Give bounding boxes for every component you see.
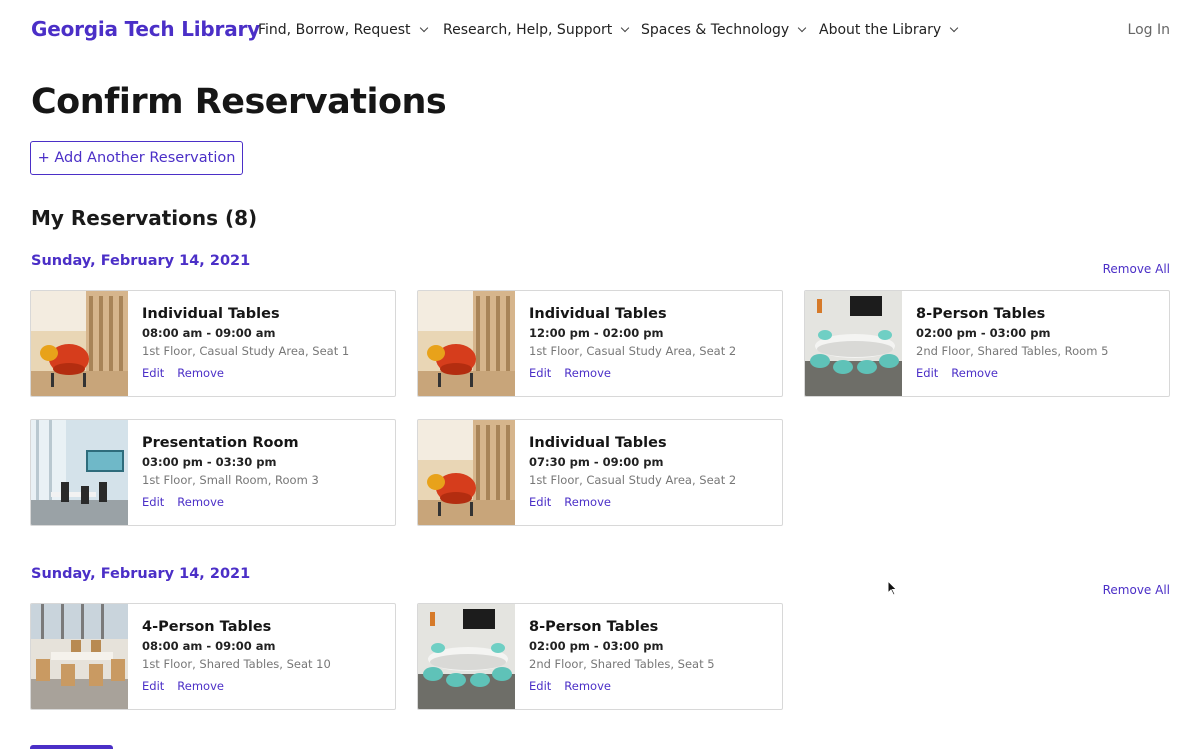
reservation-time: 07:30 pm - 09:00 pm — [529, 455, 664, 469]
edit-button[interactable]: Edit — [529, 679, 551, 693]
remove-button[interactable]: Remove — [564, 495, 611, 509]
conference-room-photo — [805, 291, 902, 396]
reservation-details: Individual Tables 12:00 pm - 02:00 pm 1s… — [515, 291, 736, 396]
casual-study-photo — [418, 291, 515, 396]
reservation-actions: Edit Remove — [142, 679, 331, 693]
nav-item-label: Find, Borrow, Request — [258, 22, 411, 38]
reservation-location: 1st Floor, Casual Study Area, Seat 2 — [529, 344, 737, 358]
remove-all-button[interactable]: Remove All — [1103, 583, 1170, 597]
nav-find-borrow-request[interactable]: Find, Borrow, Request — [258, 22, 428, 38]
login-link[interactable]: Log In — [1128, 22, 1170, 38]
reservation-time: 08:00 am - 09:00 am — [142, 326, 276, 340]
mouse-cursor-icon — [887, 580, 898, 596]
reservation-actions: Edit Remove — [142, 366, 349, 380]
remove-button[interactable]: Remove — [177, 366, 224, 380]
casual-study-photo — [418, 420, 515, 525]
reservation-card: Individual Tables 12:00 pm - 02:00 pm 1s… — [417, 290, 783, 397]
reservation-details: Individual Tables 07:30 pm - 09:00 pm 1s… — [515, 420, 736, 525]
reservation-time: 08:00 am - 09:00 am — [142, 639, 276, 653]
chevron-down-icon — [797, 23, 807, 33]
reservation-actions: Edit Remove — [529, 495, 736, 509]
reservation-location: 1st Floor, Casual Study Area, Seat 2 — [529, 473, 737, 487]
edit-button[interactable]: Edit — [916, 366, 938, 380]
site-logo-link[interactable]: Georgia Tech Library — [31, 17, 260, 41]
reservation-location: 1st Floor, Casual Study Area, Seat 1 — [142, 344, 350, 358]
page-title: Confirm Reservations — [31, 82, 447, 122]
reservation-time: 02:00 pm - 03:00 pm — [529, 639, 664, 653]
reservation-details: 8-Person Tables 02:00 pm - 03:00 pm 2nd … — [902, 291, 1108, 396]
reservation-title: 8-Person Tables — [529, 619, 659, 635]
reservation-actions: Edit Remove — [916, 366, 1108, 380]
reservation-actions: Edit Remove — [529, 679, 715, 693]
reservation-location: 1st Floor, Small Room, Room 3 — [142, 473, 319, 487]
remove-button[interactable]: Remove — [177, 679, 224, 693]
confirm-button[interactable] — [30, 745, 113, 749]
casual-study-photo — [31, 291, 128, 396]
reservation-time: 03:00 pm - 03:30 pm — [142, 455, 277, 469]
nav-about-library[interactable]: About the Library — [819, 22, 959, 38]
reservation-card: 4-Person Tables 08:00 am - 09:00 am 1st … — [30, 603, 396, 710]
nav-item-label: About the Library — [819, 22, 942, 38]
reservation-title: Individual Tables — [529, 435, 667, 451]
remove-button[interactable]: Remove — [564, 679, 611, 693]
date-heading: Sunday, February 14, 2021 — [31, 566, 251, 582]
reservation-card: Presentation Room 03:00 pm - 03:30 pm 1s… — [30, 419, 396, 526]
top-navigation: Georgia Tech Library Find, Borrow, Reque… — [0, 0, 1200, 62]
edit-button[interactable]: Edit — [142, 495, 164, 509]
remove-button[interactable]: Remove — [951, 366, 998, 380]
reservation-title: Individual Tables — [529, 306, 667, 322]
date-heading: Sunday, February 14, 2021 — [31, 253, 251, 269]
reservation-time: 12:00 pm - 02:00 pm — [529, 326, 664, 340]
reservation-card: Individual Tables 07:30 pm - 09:00 pm 1s… — [417, 419, 783, 526]
reservation-actions: Edit Remove — [529, 366, 736, 380]
remove-button[interactable]: Remove — [564, 366, 611, 380]
reservation-title: Individual Tables — [142, 306, 280, 322]
remove-all-button[interactable]: Remove All — [1103, 262, 1170, 276]
chevron-down-icon — [419, 23, 428, 33]
reservation-card: Individual Tables 08:00 am - 09:00 am 1s… — [30, 290, 396, 397]
reservation-details: 8-Person Tables 02:00 pm - 03:00 pm 2nd … — [515, 604, 715, 709]
nav-item-label: Research, Help, Support — [443, 22, 613, 38]
reservation-time: 02:00 pm - 03:00 pm — [916, 326, 1051, 340]
reservation-card: 8-Person Tables 02:00 pm - 03:00 pm 2nd … — [804, 290, 1170, 397]
section-title: My Reservations (8) — [31, 206, 258, 230]
add-reservation-button[interactable]: + Add Another Reservation — [30, 141, 243, 175]
remove-button[interactable]: Remove — [177, 495, 224, 509]
reservation-title: 8-Person Tables — [916, 306, 1046, 322]
reservation-location: 2nd Floor, Shared Tables, Room 5 — [916, 344, 1109, 358]
edit-button[interactable]: Edit — [142, 679, 164, 693]
nav-research-help-support[interactable]: Research, Help, Support — [443, 22, 630, 38]
nav-item-label: Spaces & Technology — [641, 22, 790, 38]
edit-button[interactable]: Edit — [529, 366, 551, 380]
reservation-details: Individual Tables 08:00 am - 09:00 am 1s… — [128, 291, 349, 396]
reservation-actions: Edit Remove — [142, 495, 319, 509]
reservation-title: Presentation Room — [142, 435, 299, 451]
conference-room-photo — [418, 604, 515, 709]
presentation-room-photo — [31, 420, 128, 525]
reservation-location: 1st Floor, Shared Tables, Seat 10 — [142, 657, 331, 671]
shared-tables-photo — [31, 604, 128, 709]
reservation-details: 4-Person Tables 08:00 am - 09:00 am 1st … — [128, 604, 331, 709]
nav-spaces-technology[interactable]: Spaces & Technology — [641, 22, 807, 38]
reservation-card: 8-Person Tables 02:00 pm - 03:00 pm 2nd … — [417, 603, 783, 710]
reservation-details: Presentation Room 03:00 pm - 03:30 pm 1s… — [128, 420, 319, 525]
chevron-down-icon — [949, 23, 959, 33]
edit-button[interactable]: Edit — [142, 366, 164, 380]
reservation-title: 4-Person Tables — [142, 619, 272, 635]
edit-button[interactable]: Edit — [529, 495, 551, 509]
reservation-location: 2nd Floor, Shared Tables, Seat 5 — [529, 657, 715, 671]
chevron-down-icon — [621, 23, 630, 33]
